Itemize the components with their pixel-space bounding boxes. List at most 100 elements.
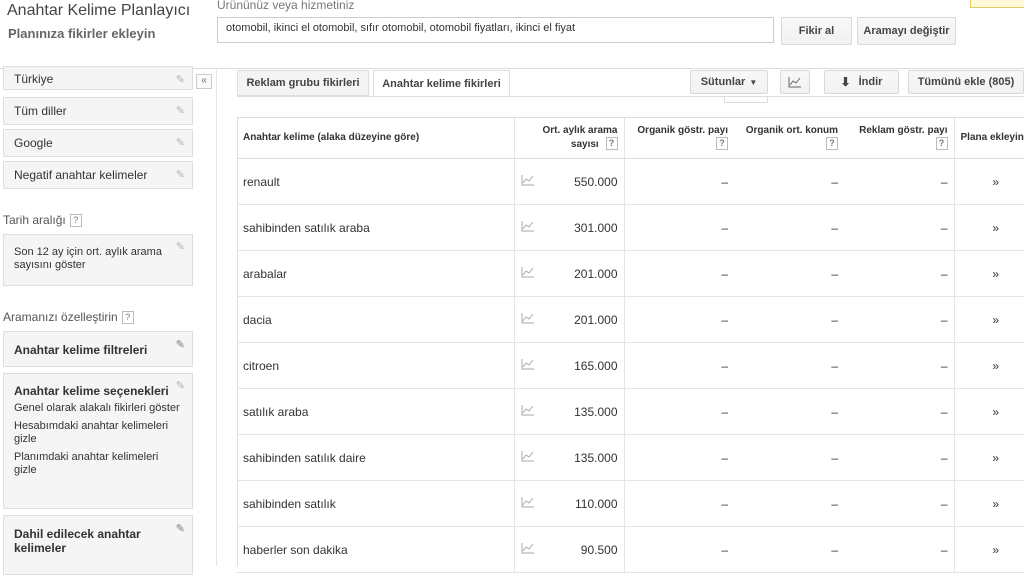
trend-chart-icon[interactable] [521, 404, 535, 416]
sidebar-language[interactable]: Tüm diller ✎ [3, 97, 193, 125]
header-keyword-text: Anahtar kelime (alaka düzeyine göre) [243, 132, 420, 143]
location-label: Türkiye [14, 72, 54, 86]
add-to-plan-button[interactable]: » [953, 158, 1024, 205]
help-icon[interactable]: ? [69, 214, 82, 227]
trend-cell[interactable] [513, 204, 546, 251]
avg-searches-cell: 110.000 [546, 480, 624, 527]
sidebar-negative-keywords[interactable]: Negatif anahtar kelimeler ✎ [3, 161, 193, 189]
table-row: sahibinden satılık daire 135.000– – –» [237, 434, 1024, 481]
trend-chart-icon[interactable] [521, 450, 535, 462]
add-to-plan-button[interactable]: » [953, 434, 1024, 481]
header-ad-share[interactable]: Reklam göstr. payı ? [844, 117, 954, 159]
tab-keyword-ideas[interactable]: Anahtar kelime fikirleri [373, 70, 510, 97]
chart-button[interactable] [780, 70, 810, 94]
keyword-cell: dacia [237, 296, 514, 343]
table-row: citroen 165.000– – –» [237, 342, 1024, 389]
add-all-button[interactable]: Tümünü ekle (805) [908, 70, 1024, 94]
include-keywords-label: Dahil edilecek anahtar kelimeler [14, 527, 141, 555]
help-icon[interactable]: ? [121, 311, 134, 324]
date-range-field[interactable]: Son 12 ay için ort. aylık arama sayısını… [3, 234, 193, 286]
ad-share-cell: – [844, 434, 954, 481]
avg-searches-cell: 135.000 [546, 388, 624, 435]
pencil-icon[interactable]: ✎ [176, 168, 185, 181]
trend-chart-icon[interactable] [521, 496, 535, 508]
columns-dropdown[interactable]: Sütunlar ▼ [690, 70, 768, 94]
pencil-icon[interactable]: ✎ [176, 338, 185, 351]
trend-cell[interactable] [513, 296, 546, 343]
pencil-icon[interactable]: ✎ [176, 241, 185, 254]
ad-share-cell: – [844, 388, 954, 435]
product-label: Ürününüz veya hizmetiniz [217, 0, 355, 12]
keyword-input[interactable]: otomobil, ikinci el otomobil, sıfır otom… [217, 17, 774, 43]
keyword-cell: renault [237, 158, 514, 205]
keyword-cell: sahibinden satılık araba [237, 204, 514, 251]
help-icon[interactable]: ? [716, 137, 728, 150]
trend-chart-icon[interactable] [521, 174, 535, 186]
organic-position-cell: – [734, 250, 844, 297]
organic-position-cell: – [734, 388, 844, 435]
network-label: Google [14, 136, 53, 150]
negative-keywords-label: Negatif anahtar kelimeler [14, 168, 148, 182]
header-organic-position-text: Organik ort. konum [745, 125, 838, 136]
header-organic-share[interactable]: Organik göstr. payı ? [623, 117, 734, 159]
trend-cell[interactable] [513, 434, 546, 481]
pencil-icon[interactable]: ✎ [176, 73, 185, 86]
date-range-heading-text: Tarih aralığı [3, 213, 66, 227]
keyword-cell: arabalar [237, 250, 514, 297]
tab-adgroup-ideas[interactable]: Reklam grubu fikirleri [237, 70, 369, 96]
ad-share-cell: – [844, 204, 954, 251]
trend-chart-icon[interactable] [521, 220, 535, 232]
trend-chart-icon[interactable] [521, 266, 535, 278]
help-icon[interactable]: ? [605, 137, 618, 150]
keyword-options-field[interactable]: Anahtar kelime seçenekleri Genel olarak … [3, 373, 193, 509]
add-to-plan-button[interactable]: » [953, 342, 1024, 389]
header-organic-position[interactable]: Organik ort. konum ? [734, 117, 844, 159]
trend-cell[interactable] [513, 250, 546, 297]
add-to-plan-button[interactable]: » [953, 480, 1024, 527]
trend-cell[interactable] [513, 342, 546, 389]
trend-chart-icon[interactable] [521, 542, 535, 554]
sidebar-location[interactable]: Türkiye ✎ [3, 66, 193, 90]
sidebar-network[interactable]: Google ✎ [3, 129, 193, 157]
table-row: satılık araba 135.000– – –» [237, 388, 1024, 435]
ad-share-cell: – [844, 480, 954, 527]
get-ideas-button[interactable]: Fikir al [781, 17, 852, 45]
organic-position-cell: – [734, 342, 844, 389]
keyword-options-title: Anahtar kelime seçenekleri [14, 384, 169, 398]
notification-box [970, 0, 1024, 8]
include-keywords-field[interactable]: Dahil edilecek anahtar kelimeler ✎ [3, 515, 193, 575]
pencil-icon[interactable]: ✎ [176, 522, 185, 536]
trend-cell[interactable] [513, 388, 546, 435]
help-icon[interactable]: ? [826, 137, 838, 150]
pencil-icon[interactable]: ✎ [176, 136, 185, 149]
header-avg-searches[interactable]: Ort. aylık arama sayısı ? [513, 117, 624, 159]
organic-share-cell: – [623, 434, 734, 481]
change-search-button[interactable]: Aramayı değiştir [857, 17, 956, 45]
download-button[interactable]: ⬇ İndir [824, 70, 899, 94]
trend-chart-icon[interactable] [521, 312, 535, 324]
add-to-plan-button[interactable]: » [953, 388, 1024, 435]
avg-searches-cell: 201.000 [546, 296, 624, 343]
table-row: renault 550.000– – –» [237, 158, 1024, 205]
collapse-sidebar-button[interactable]: « [196, 74, 212, 89]
help-icon[interactable]: ? [935, 137, 948, 150]
app-title: Anahtar Kelime Planlayıcı [7, 2, 191, 19]
keyword-option: Genel olarak alakalı fikirleri göster [14, 402, 180, 414]
trend-cell[interactable] [513, 480, 546, 527]
date-range-value: Son 12 ay için ort. aylık arama sayısını… [14, 246, 162, 271]
add-to-plan-button[interactable]: » [953, 250, 1024, 297]
add-to-plan-button[interactable]: » [953, 296, 1024, 343]
table-row: sahibinden satılık araba 301.000– – –» [237, 204, 1024, 251]
pencil-icon[interactable]: ✎ [176, 380, 185, 393]
pencil-icon[interactable]: ✎ [176, 104, 185, 117]
header-keyword[interactable]: Anahtar kelime (alaka düzeyine göre) [237, 117, 514, 159]
sidebar-divider [216, 68, 217, 566]
keyword-option: Planımdaki anahtar kelimeleri gizle [14, 451, 159, 476]
table-row: dacia 201.000– – –» [237, 296, 1024, 343]
app-subtitle: Planınıza fikirler ekleyin [8, 26, 156, 41]
keyword-filters-field[interactable]: Anahtar kelime filtreleri ✎ [3, 331, 193, 367]
keyword-cell: sahibinden satılık [237, 480, 514, 527]
add-to-plan-button[interactable]: » [953, 204, 1024, 251]
trend-chart-icon[interactable] [521, 358, 535, 370]
trend-cell[interactable] [513, 158, 546, 205]
